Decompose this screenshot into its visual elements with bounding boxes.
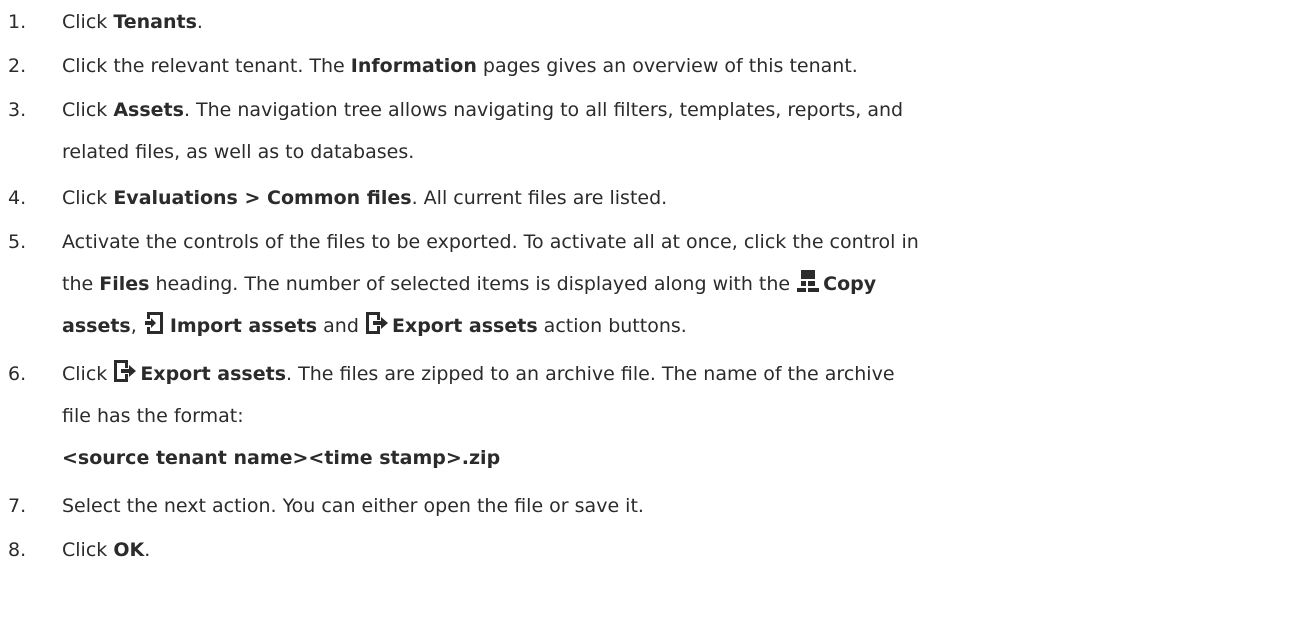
copy-assets-icon xyxy=(797,270,820,292)
step-text: Click the relevant tenant. The Informati… xyxy=(62,55,858,77)
export-assets-icon xyxy=(114,360,137,382)
step-number: 3. xyxy=(8,99,27,121)
step-text: Activate the controls of the files to be… xyxy=(62,231,919,337)
step-number: 6. xyxy=(8,363,27,385)
ui-term: Export assets xyxy=(140,363,287,385)
ui-term: Files xyxy=(99,273,150,295)
ui-term: assets xyxy=(62,315,131,337)
step-text: Select the next action. You can either o… xyxy=(62,495,644,517)
step-text: Click Assets. The navigation tree allows… xyxy=(62,99,904,163)
ui-term: Tenants xyxy=(113,11,197,33)
archive-name-format: <source tenant name><time stamp>.zip xyxy=(62,447,501,469)
step-text: Click Evaluations > Common files. All cu… xyxy=(62,187,668,209)
step-number: 4. xyxy=(8,187,27,209)
ui-term: OK xyxy=(113,539,145,561)
ui-term: Information xyxy=(350,55,477,77)
ui-term: Assets xyxy=(113,99,184,121)
document: 1. Click Tenants. 2. Click the relevant … xyxy=(0,0,1290,619)
step-number: 7. xyxy=(8,495,27,517)
step-number: 8. xyxy=(8,539,27,561)
ui-term: Copy xyxy=(823,273,877,295)
step-number: 1. xyxy=(8,11,27,33)
ui-term: Import assets xyxy=(169,315,318,337)
step-text: Click OK. xyxy=(62,539,151,561)
step-text: Click Tenants. xyxy=(62,11,203,33)
import-assets-icon xyxy=(144,312,163,334)
step-text: Click Export assets. The files are zippe… xyxy=(62,353,1262,479)
export-assets-icon xyxy=(365,312,388,334)
ui-term: Export assets xyxy=(391,315,538,337)
step-number: 2. xyxy=(8,55,27,77)
step-number: 5. xyxy=(8,231,27,253)
ui-term: Evaluations > Common files xyxy=(113,187,412,209)
